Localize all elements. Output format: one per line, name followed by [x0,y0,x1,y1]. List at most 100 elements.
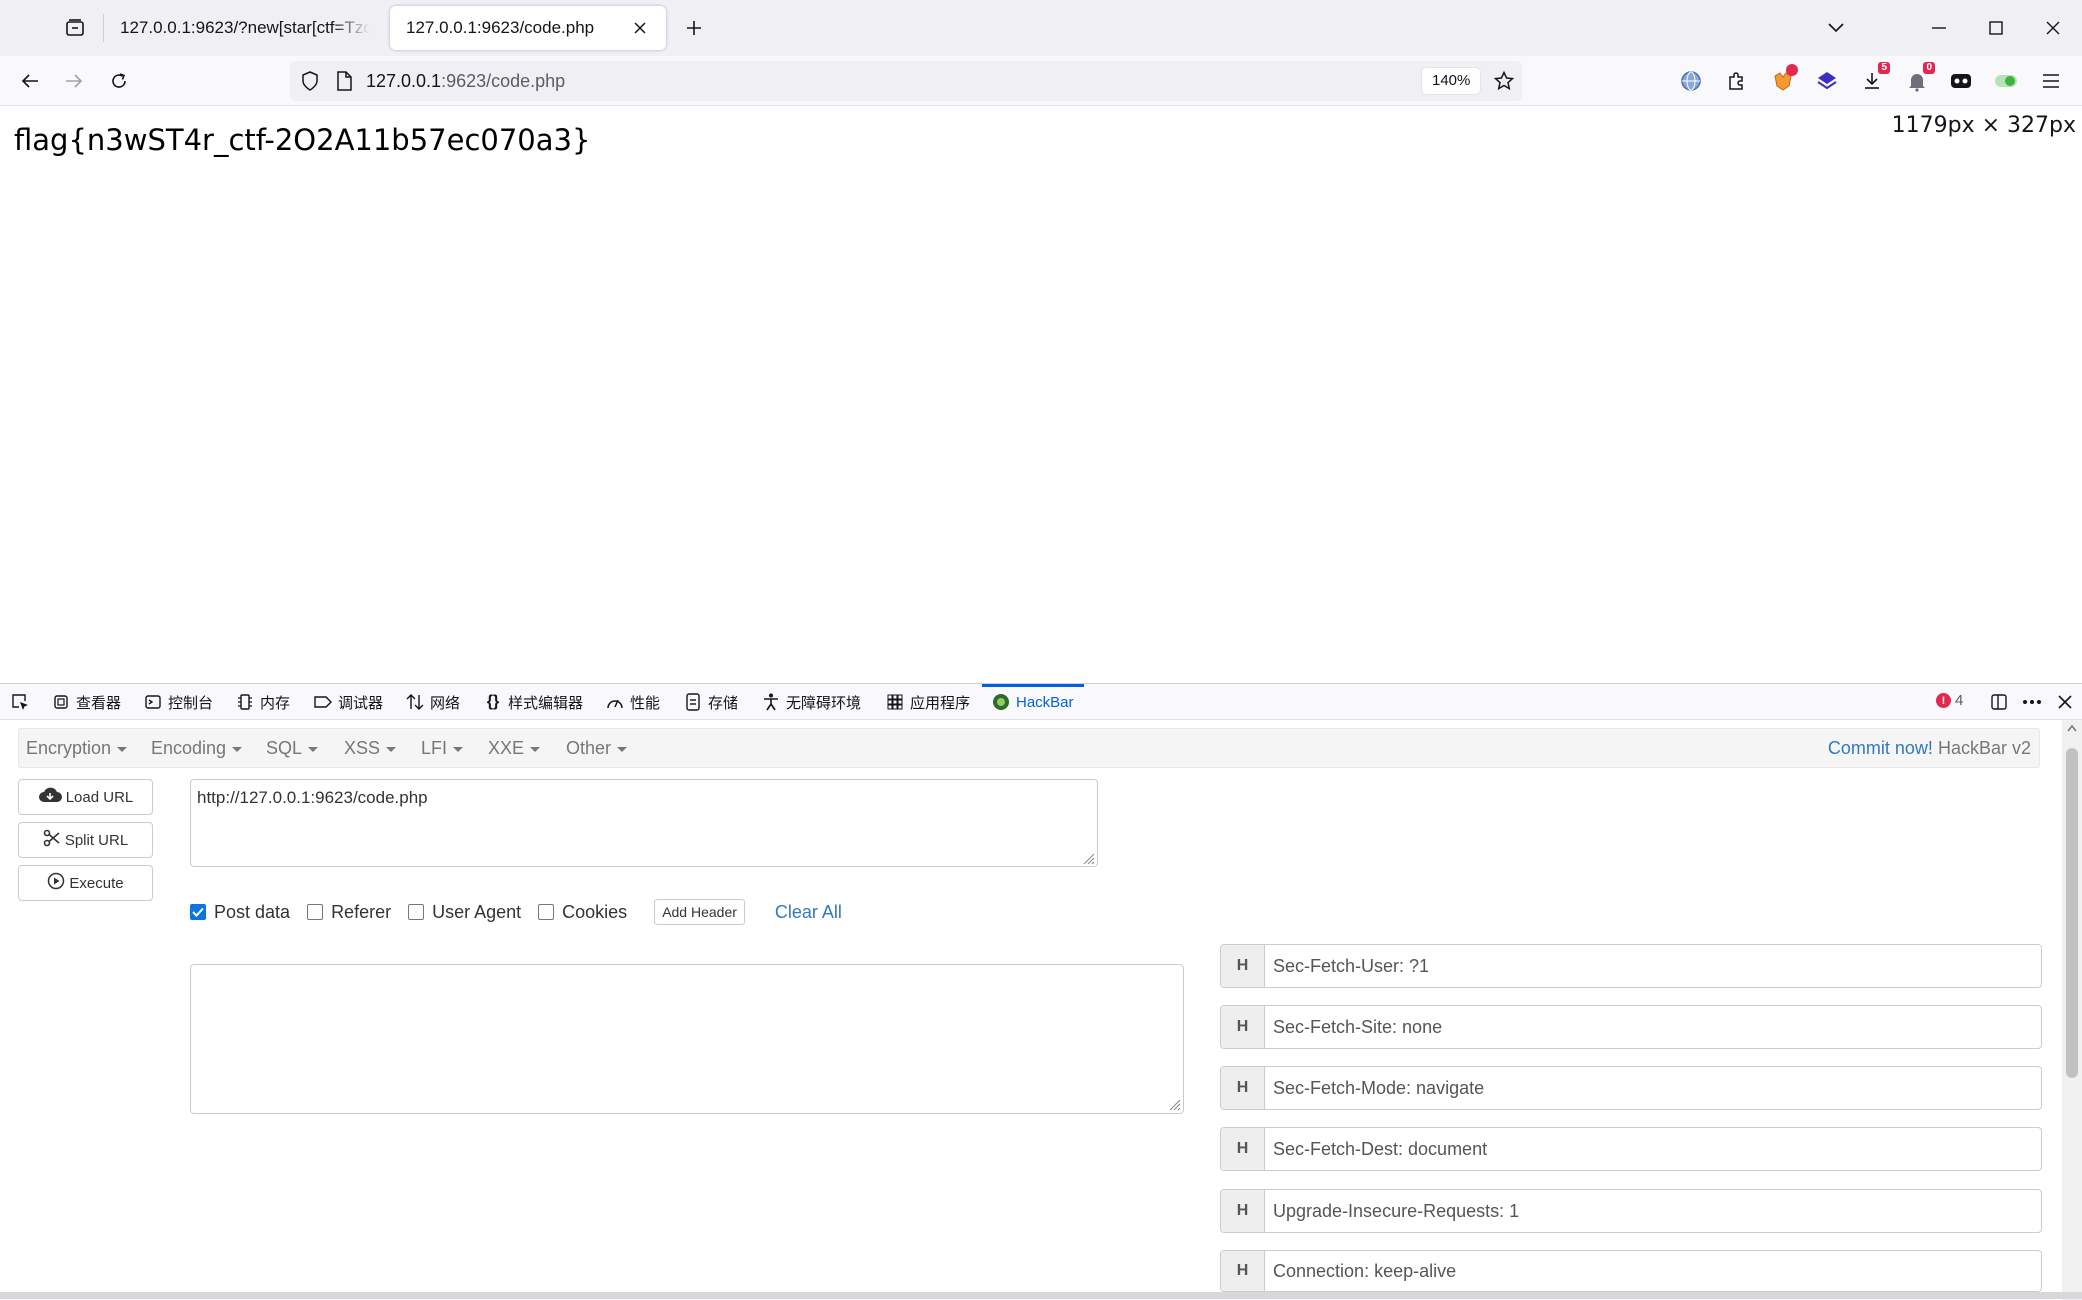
header-marker[interactable]: H [1221,945,1265,987]
cookies-option[interactable]: Cookies [538,902,627,923]
header-value[interactable]: Sec-Fetch-Dest: document [1265,1139,1487,1160]
shield-icon[interactable] [298,69,322,93]
header-value[interactable]: Sec-Fetch-User: ?1 [1265,956,1429,977]
cookies-checkbox[interactable] [538,904,555,920]
header-marker[interactable]: H [1221,1067,1265,1109]
menu-sql[interactable]: SQL [266,738,319,759]
commit-now-link[interactable]: Commit now! [1828,738,1933,758]
header-value[interactable]: Sec-Fetch-Site: none [1265,1017,1442,1038]
vertical-scrollbar[interactable] [2062,720,2082,1300]
clear-all-link[interactable]: Clear All [775,902,842,923]
header-value[interactable]: Connection: keep-alive [1265,1261,1456,1282]
execute-button[interactable]: Execute [18,865,153,901]
reload-icon[interactable] [103,65,135,97]
mask-extension-icon[interactable] [1946,66,1976,96]
element-picker-icon[interactable] [10,684,30,720]
add-header-button[interactable]: Add Header [654,899,745,925]
fox-extension-icon[interactable] [1768,64,1798,96]
download-extension-icon[interactable]: 5 [1857,62,1890,96]
tab-manager-icon[interactable] [58,12,92,44]
tab-style-editor[interactable]: {} 样式编辑器 [484,684,583,720]
tab-inspector[interactable]: 查看器 [52,684,121,720]
header-row[interactable]: H Sec-Fetch-User: ?1 [1220,944,2042,988]
maximize-icon[interactable] [1978,10,2014,46]
menu-encoding[interactable]: Encoding [151,738,243,759]
forward-icon[interactable] [58,65,90,97]
layers-extension-icon[interactable] [1812,66,1842,96]
tab-network[interactable]: 网络 [406,684,460,720]
tab-storage[interactable]: 存储 [684,684,738,720]
more-options-icon[interactable] [2022,684,2042,720]
tab-performance[interactable]: 性能 [606,684,660,720]
dock-side-icon[interactable] [1990,684,2008,720]
tab-console[interactable]: 控制台 [144,684,213,720]
hackbar-branding: Commit now! HackBar v2 [1828,738,2031,759]
post-data-checkbox[interactable] [190,904,206,920]
user-agent-checkbox[interactable] [408,904,425,920]
menu-lfi[interactable]: LFI [421,738,464,759]
toggle-extension-icon[interactable] [1991,66,2021,96]
tab-label: 样式编辑器 [508,694,584,712]
notification-count-badge: 0 [1923,62,1935,74]
bookmark-star-icon[interactable] [1490,67,1518,95]
scrollbar-thumb[interactable] [2066,748,2078,1078]
header-marker[interactable]: H [1221,1006,1265,1048]
header-value[interactable]: Sec-Fetch-Mode: navigate [1265,1078,1484,1099]
close-window-icon[interactable] [2035,10,2071,46]
header-row[interactable]: H Sec-Fetch-Dest: document [1220,1127,2042,1171]
close-tab-icon[interactable] [630,18,650,38]
header-marker[interactable]: H [1221,1128,1265,1170]
console-icon [144,693,162,711]
url-text[interactable]: 127.0.0.1:9623/code.php [366,71,565,92]
puzzle-extensions-icon[interactable] [1721,66,1751,96]
tab-memory[interactable]: 内存 [236,684,290,720]
globe-extension-icon[interactable] [1676,66,1706,96]
header-row[interactable]: H Connection: keep-alive [1220,1250,2042,1292]
resize-handle-icon[interactable] [1081,850,1095,865]
menu-other[interactable]: Other [566,738,628,759]
address-bar[interactable]: 127.0.0.1:9623/code.php 140% [290,61,1522,101]
tab-active[interactable]: 127.0.0.1:9623/code.php [390,6,666,50]
post-data-option[interactable]: Post data [190,902,290,923]
referer-option[interactable]: Referer [307,902,391,923]
header-marker[interactable]: H [1221,1190,1265,1232]
load-url-button[interactable]: Load URL [18,779,153,815]
header-value[interactable]: Upgrade-Insecure-Requests: 1 [1265,1201,1519,1222]
user-agent-option[interactable]: User Agent [408,902,521,923]
url-textarea[interactable]: http://127.0.0.1:9623/code.php [190,779,1098,867]
resize-handle-icon[interactable] [1167,1097,1181,1111]
page-info-icon[interactable] [332,69,356,93]
split-url-button[interactable]: Split URL [18,822,153,858]
tab-inactive[interactable]: 127.0.0.1:9623/?new[star[ctf=Tzo [104,6,386,50]
header-row[interactable]: H Sec-Fetch-Mode: navigate [1220,1066,2042,1110]
url-textarea-value: http://127.0.0.1:9623/code.php [197,788,428,807]
menu-xxe[interactable]: XXE [488,738,541,759]
horizontal-scrollbar[interactable] [0,1292,2082,1299]
tab-hackbar[interactable]: HackBar [982,684,1084,720]
header-row[interactable]: H Sec-Fetch-Site: none [1220,1005,2042,1049]
new-tab-icon[interactable] [680,14,708,42]
error-count[interactable]: ! 4 [1936,692,1963,709]
post-data-textarea[interactable] [190,964,1184,1114]
header-row[interactable]: H Upgrade-Insecure-Requests: 1 [1220,1189,2042,1233]
scroll-up-icon[interactable] [2067,724,2077,732]
referer-checkbox[interactable] [307,904,324,920]
devtools-panel: 查看器 控制台 内存 调试器 网络 {} 样式编辑器 性能 存储 无障碍环境 应… [0,683,2082,1300]
app-menu-icon[interactable] [2036,66,2066,96]
caret-down-icon [386,746,397,752]
menu-xss[interactable]: XSS [344,738,397,759]
menu-encryption[interactable]: Encryption [26,738,128,759]
close-devtools-icon[interactable] [2058,684,2072,720]
cloud-download-icon [38,786,62,808]
tab-application[interactable]: 应用程序 [886,684,970,720]
hackbar-version: HackBar v2 [1937,738,2031,758]
page-content: flag{n3wST4r_ctf-2O2A11b57ec070a3} 1179p… [0,107,2082,683]
back-icon[interactable] [14,65,46,97]
bell-extension-icon[interactable]: 0 [1902,62,1935,96]
header-marker[interactable]: H [1221,1251,1265,1291]
zoom-level-button[interactable]: 140% [1422,68,1481,94]
tab-accessibility[interactable]: 无障碍环境 [762,684,861,720]
minimize-icon[interactable] [1921,10,1957,46]
list-all-tabs-icon[interactable] [1818,10,1854,46]
tab-debugger[interactable]: 调试器 [314,684,383,720]
